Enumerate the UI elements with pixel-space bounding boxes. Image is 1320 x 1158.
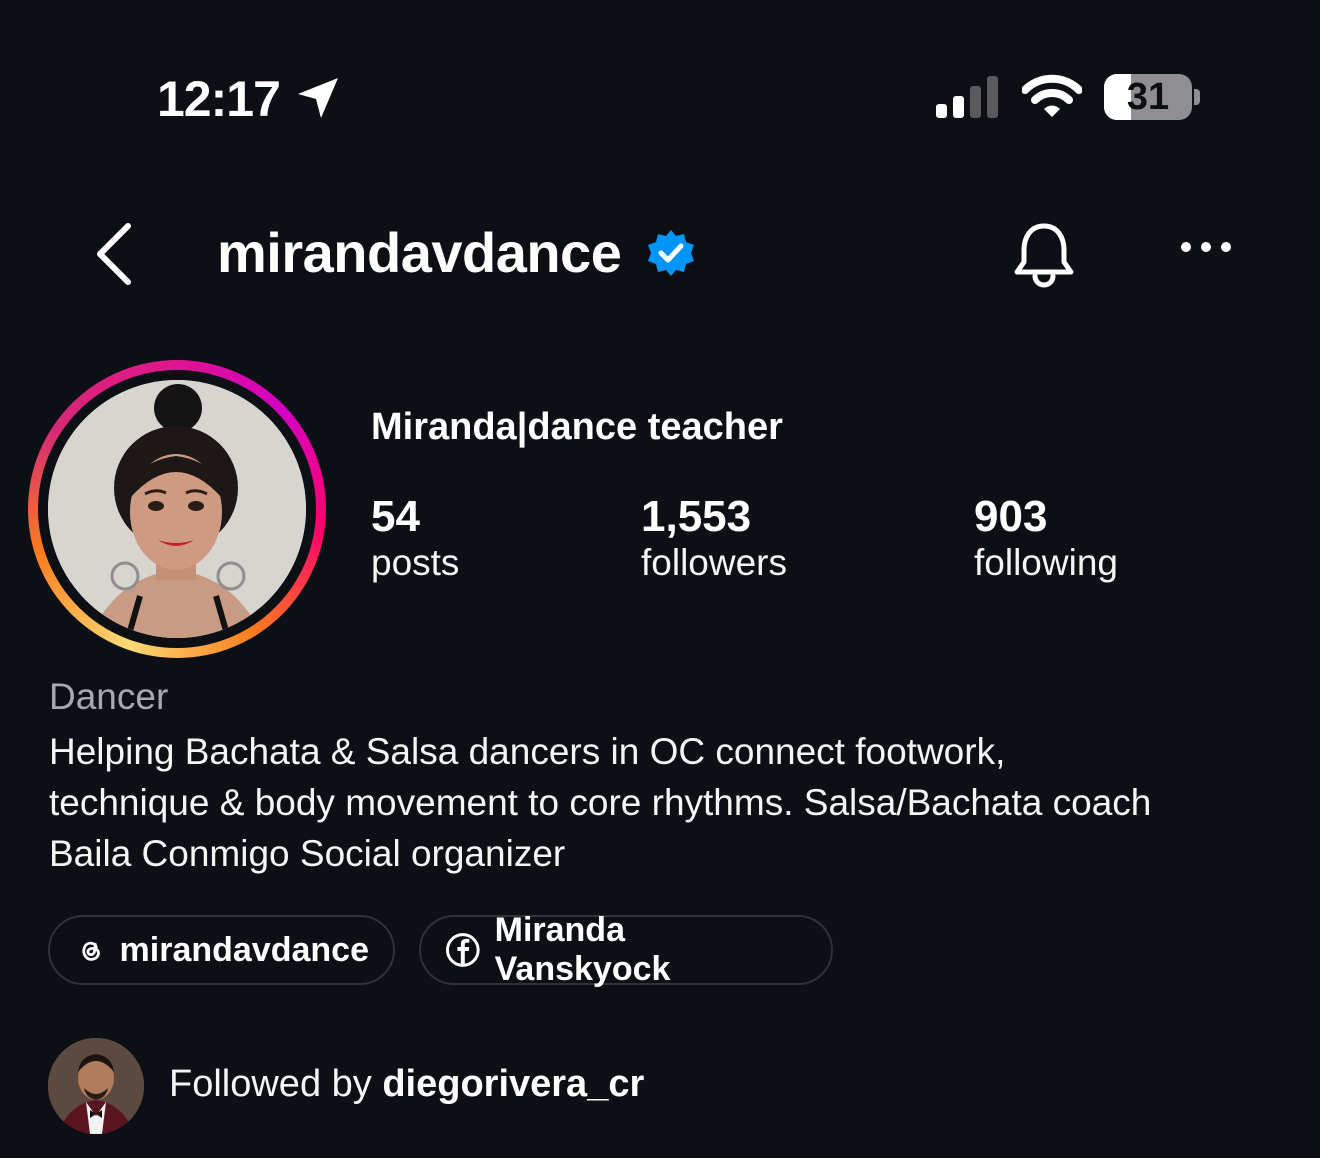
facebook-icon [445, 933, 480, 967]
followers-label: followers [641, 542, 787, 583]
followed-by-prefix: Followed by [169, 1063, 372, 1105]
profile-category: Dancer [49, 676, 169, 717]
stat-followers[interactable]: 1,553 followers [641, 492, 787, 584]
profile-bio: Helping Bachata & Salsa dancers in OC co… [49, 726, 1289, 879]
profile-avatar[interactable] [48, 380, 306, 638]
posts-count: 54 [371, 492, 420, 541]
followers-count: 1,553 [641, 492, 752, 541]
cellular-signal-icon [936, 76, 998, 118]
threads-icon [82, 941, 100, 961]
facebook-link-label: Miranda Vanskyock [494, 911, 671, 988]
stat-following[interactable]: 903 following [974, 492, 1118, 584]
battery-cap [1194, 89, 1200, 105]
threads-link-button[interactable]: mirandavdance [48, 915, 395, 985]
profile-display-name: Miranda|dance teacher [371, 406, 783, 448]
battery-indicator: 31 [1104, 74, 1192, 120]
following-count: 903 [974, 492, 1048, 541]
verified-badge-icon [648, 230, 694, 276]
followed-by-username: diegorivera_cr [382, 1063, 645, 1105]
followed-by-text[interactable]: Followed by diegorivera_cr [169, 1063, 644, 1106]
notification-bell-icon[interactable] [1012, 220, 1076, 288]
profile-username: mirandavdance [217, 221, 622, 284]
location-arrow-icon [298, 78, 338, 118]
back-chevron-icon[interactable] [92, 222, 136, 286]
following-label: following [974, 542, 1118, 583]
battery-percent: 31 [1126, 76, 1170, 118]
stat-posts[interactable]: 54 posts [371, 492, 459, 584]
mutual-follower-avatar[interactable] [48, 1038, 144, 1134]
facebook-link-button[interactable]: Miranda Vanskyock [419, 911, 833, 988]
bio-line: Baila Conmigo Social organizer [49, 833, 566, 874]
more-options-icon[interactable] [1180, 240, 1232, 254]
threads-link-label: mirandavdance [119, 930, 369, 969]
bio-line: Helping Bachata & Salsa dancers in OC co… [49, 731, 1006, 772]
wifi-icon [1022, 74, 1082, 117]
status-time: 12:17 [157, 71, 281, 127]
bio-line: technique & body movement to core rhythm… [49, 782, 1152, 823]
posts-label: posts [371, 542, 460, 583]
